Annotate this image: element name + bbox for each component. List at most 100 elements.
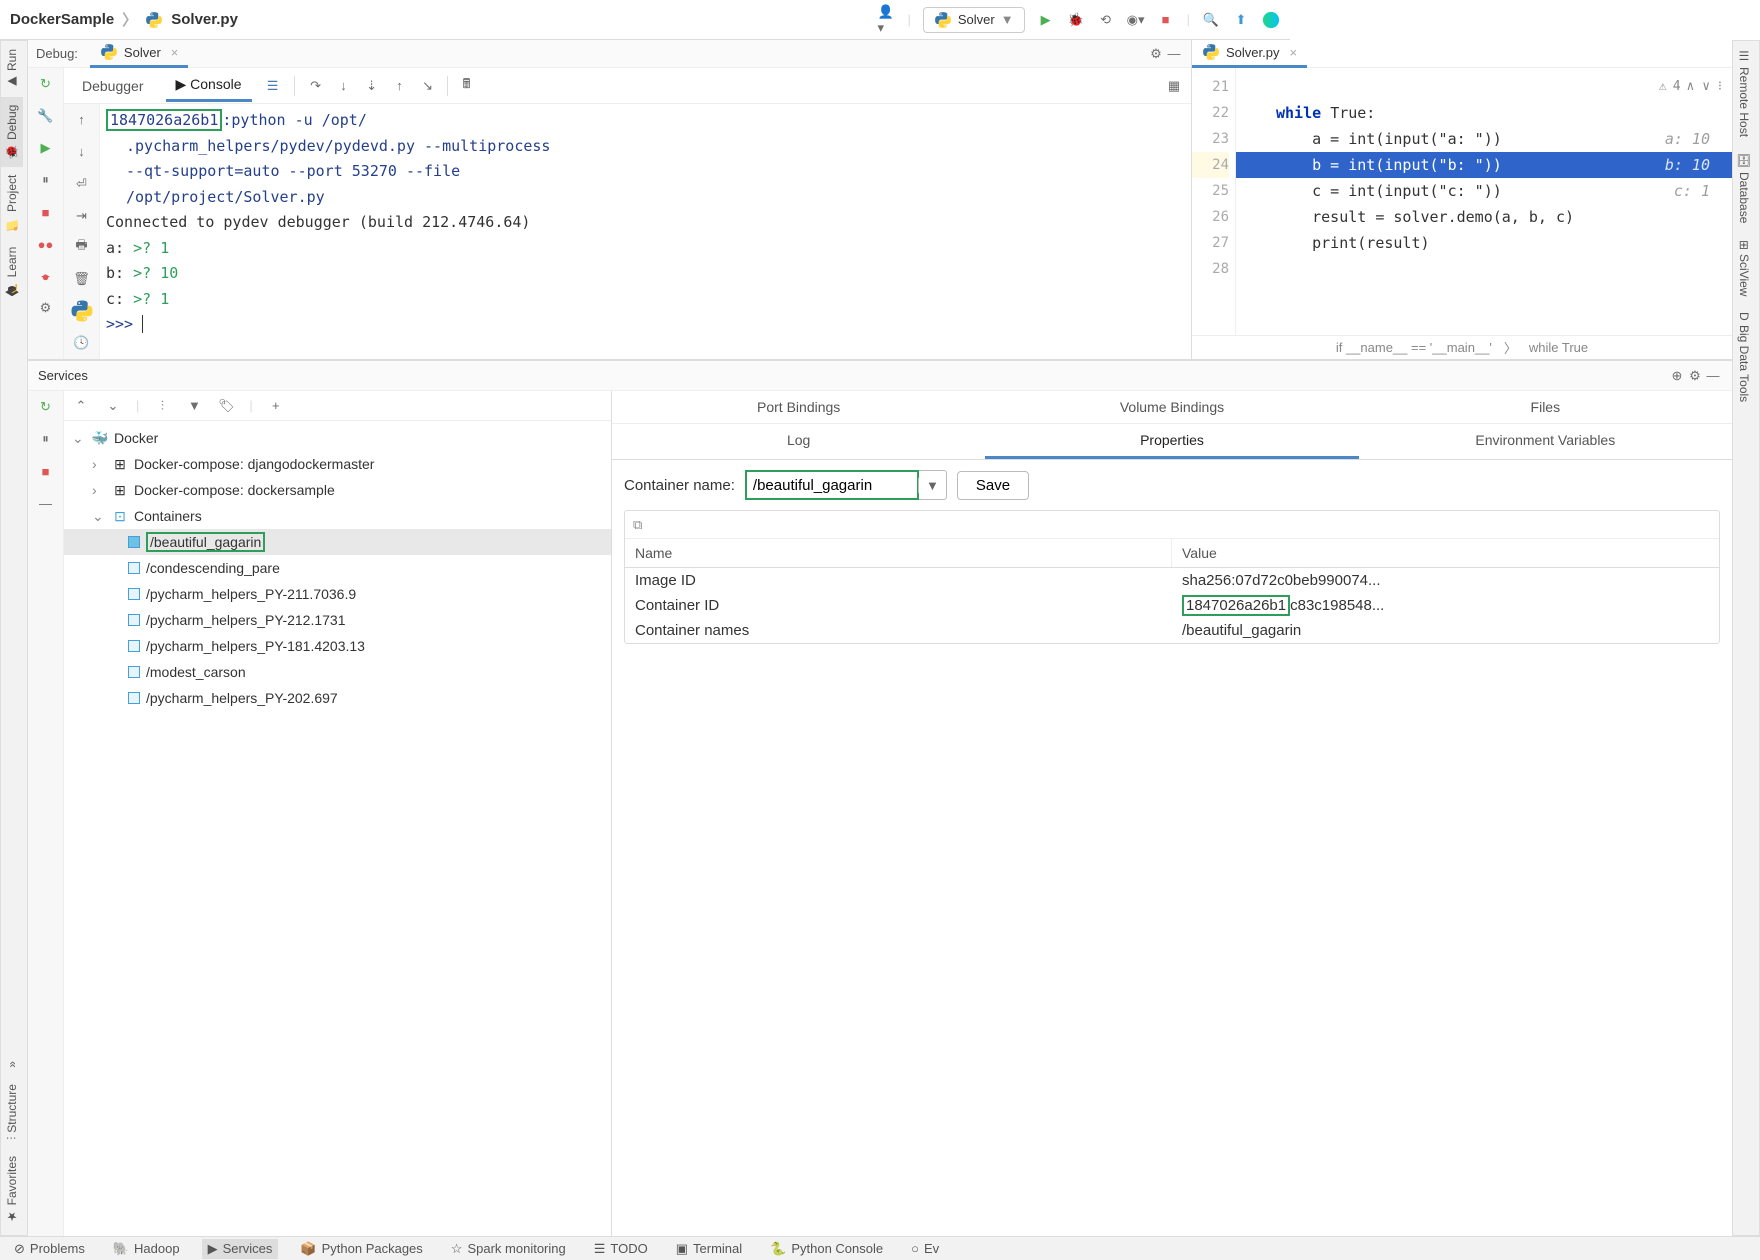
save-button[interactable]: Save	[957, 471, 1029, 500]
bottom-hadoop[interactable]: 🐘 Hadoop	[107, 1239, 186, 1259]
tree-container-5[interactable]: /modest_carson	[64, 659, 611, 685]
services-gear-icon[interactable]: ⚙	[1686, 367, 1704, 385]
search-icon[interactable]: 🔍	[1202, 11, 1220, 29]
tab-volume-bindings[interactable]: Volume Bindings	[985, 391, 1358, 423]
bottom-python-console[interactable]: 🐍 Python Console	[764, 1239, 889, 1259]
debug-icon[interactable]: 🐞	[1067, 11, 1085, 29]
stripe-big-data[interactable]: DBig Data Tools	[1733, 304, 1755, 410]
console-output[interactable]: 1847026a26b1:python -u /opt/ .pycharm_he…	[100, 104, 1191, 359]
chevron-down-icon[interactable]: ▼	[918, 478, 946, 493]
services-minimize-icon[interactable]: —	[1704, 367, 1722, 385]
evaluate-icon[interactable]: 🖩	[458, 77, 476, 95]
tab-port-bindings[interactable]: Port Bindings	[612, 391, 985, 423]
debugger-tab[interactable]: Debugger	[72, 72, 154, 100]
tab-log[interactable]: Log	[612, 424, 985, 459]
breadcrumb-project[interactable]: DockerSample	[10, 11, 114, 28]
stripe-learn[interactable]: 🎓Learn	[1, 239, 23, 304]
bottom-spark[interactable]: ☆ Spark monitoring	[445, 1239, 572, 1259]
stripe-run[interactable]: ▶Run	[1, 41, 23, 97]
container-name-input[interactable]	[747, 472, 917, 498]
services-remove-icon[interactable]: —	[34, 491, 58, 515]
rerun-icon[interactable]: ↻	[34, 72, 58, 96]
services-tree[interactable]: ⌄🐳Docker ›⊞Docker-compose: djangodockerm…	[64, 421, 611, 1236]
mute-breakpoints-icon[interactable]: ●	[34, 264, 58, 288]
copy-icon[interactable]: ⧉	[633, 517, 642, 533]
tree-container-0[interactable]: /beautiful_gagarin	[64, 529, 611, 555]
down-icon[interactable]: ↓	[70, 140, 94, 164]
tree-container-6[interactable]: /pycharm_helpers_PY-202.697	[64, 685, 611, 711]
console-tab[interactable]: ▶ Console	[166, 70, 252, 102]
services-rerun-icon[interactable]: ↻	[34, 395, 58, 419]
stripe-structure[interactable]: ⫶Structure	[1, 1076, 23, 1148]
inspection-badge[interactable]: ⚠ 4 ∧ ∨ ⁝	[1659, 74, 1722, 100]
add-icon[interactable]: +	[267, 397, 285, 415]
target-icon[interactable]: ⊕	[1668, 367, 1686, 385]
stripe-database[interactable]: 🗄Database	[1733, 145, 1755, 232]
run-to-cursor-icon[interactable]: ↘	[419, 77, 437, 95]
coverage-icon[interactable]: ⟲	[1097, 11, 1115, 29]
clear-icon[interactable]: 🗑	[70, 267, 94, 291]
editor-breadcrumb[interactable]: if __name__ == '__main__'〉while True	[1192, 335, 1732, 359]
bottom-events[interactable]: ○ Ev	[905, 1239, 945, 1258]
tree-container-1[interactable]: /condescending_pare	[64, 555, 611, 581]
code-editor[interactable]: 212223 24 25262728 ⚠ 4 ∧ ∨ ⁝ while True:…	[1192, 68, 1732, 335]
step-into-icon[interactable]: ↓	[335, 77, 353, 95]
minimize-icon[interactable]: —	[1165, 45, 1183, 63]
stop-debug-icon[interactable]: ■	[34, 200, 58, 224]
tree-container-4[interactable]: /pycharm_helpers_PY-181.4203.13	[64, 633, 611, 659]
profile-icon[interactable]: ◉▾	[1127, 11, 1145, 29]
tab-env-vars[interactable]: Environment Variables	[1359, 424, 1732, 459]
tree-containers[interactable]: ⌄⊡Containers	[64, 503, 611, 529]
bottom-python-packages[interactable]: 📦 Python Packages	[294, 1239, 428, 1259]
debug-session-tab[interactable]: Solver ×	[90, 39, 188, 68]
tree-docker-root[interactable]: ⌄🐳Docker	[64, 425, 611, 451]
prop-row-1[interactable]: Container ID 1847026a26b1c83c198548...	[625, 593, 1719, 618]
stripe-remote-host[interactable]: ☰Remote Host	[1733, 41, 1755, 145]
collapse-all-icon[interactable]: ⌄	[104, 397, 122, 415]
run-icon[interactable]: ▶	[1037, 11, 1055, 29]
gear-icon[interactable]: ⚙	[1147, 45, 1165, 63]
tree-container-3[interactable]: /pycharm_helpers_PY-212.1731	[64, 607, 611, 633]
tree-compose-2[interactable]: ›⊞Docker-compose: dockersample	[64, 477, 611, 503]
tree-compose-1[interactable]: ›⊞Docker-compose: djangodockermaster	[64, 451, 611, 477]
history-icon[interactable]: 🕓	[70, 331, 94, 355]
breadcrumb[interactable]: DockerSample 〉 Solver.py	[10, 9, 238, 30]
run-config-selector[interactable]: Solver ▼	[923, 7, 1025, 33]
up-icon[interactable]: ↑	[70, 108, 94, 132]
container-name-combo[interactable]: ▼	[745, 470, 947, 500]
stripe-sciview[interactable]: ⊞SciView	[1733, 232, 1755, 305]
close-tab-icon[interactable]: ×	[1289, 45, 1297, 60]
bottom-terminal[interactable]: ▣ Terminal	[670, 1239, 748, 1259]
bottom-services[interactable]: ▶ Services	[202, 1239, 279, 1259]
tag-icon[interactable]: 🏷	[217, 397, 235, 415]
wrap-icon[interactable]: ⏎	[70, 172, 94, 196]
editor-tab[interactable]: Solver.py ×	[1192, 39, 1307, 68]
resume-icon[interactable]: ▶	[34, 136, 58, 160]
breakpoints-icon[interactable]: ●●	[34, 232, 58, 256]
stripe-chevron[interactable]: »	[1, 1053, 23, 1076]
tree-container-2[interactable]: /pycharm_helpers_PY-211.7036.9	[64, 581, 611, 607]
stop-icon[interactable]: ■	[1157, 11, 1175, 29]
group-icon[interactable]: ⫶	[153, 397, 171, 415]
prop-row-2[interactable]: Container names/beautiful_gagarin	[625, 618, 1719, 643]
stripe-project[interactable]: 📁Project	[1, 167, 23, 239]
filter-icon[interactable]: ▼	[185, 397, 203, 415]
tab-properties[interactable]: Properties	[985, 424, 1358, 459]
step-over-icon[interactable]: ↷	[307, 77, 325, 95]
print-icon[interactable]: 🖶	[70, 235, 94, 259]
services-pause-icon[interactable]: ⏸	[34, 427, 58, 451]
pause-icon[interactable]: ⏸	[34, 168, 58, 192]
stripe-debug[interactable]: 🐞Debug	[1, 97, 23, 167]
step-out-icon[interactable]: ↑	[391, 77, 409, 95]
scroll-icon[interactable]: ⇥	[70, 204, 94, 228]
modify-icon[interactable]: 🔧	[34, 104, 58, 128]
update-icon[interactable]: ⬆	[1232, 11, 1250, 29]
threads-icon[interactable]: ☰	[264, 77, 282, 95]
ide-icon[interactable]	[1262, 11, 1280, 29]
bottom-problems[interactable]: ⊘ Problems	[8, 1239, 91, 1259]
settings2-icon[interactable]: ⚙	[34, 296, 58, 320]
tab-files[interactable]: Files	[1359, 391, 1732, 423]
breadcrumb-file[interactable]: Solver.py	[171, 11, 238, 28]
close-icon[interactable]: ×	[171, 45, 179, 60]
user-icon[interactable]: 👤▾	[877, 11, 895, 29]
